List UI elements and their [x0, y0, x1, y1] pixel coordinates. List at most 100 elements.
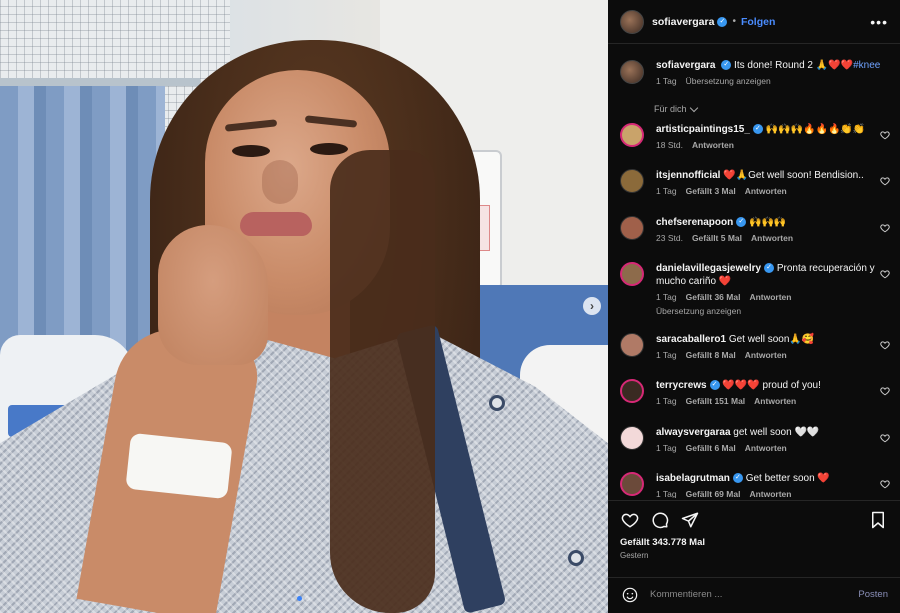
- caption-username[interactable]: sofiavergara: [656, 60, 715, 71]
- carousel-dot[interactable]: [297, 596, 302, 601]
- comment-body: get well soon 🤍🤍: [733, 427, 820, 438]
- comment-likes[interactable]: Gefällt 3 Mal: [686, 186, 736, 196]
- comment-icon[interactable]: [650, 510, 670, 530]
- chevron-down-icon: [689, 103, 698, 112]
- avatar[interactable]: [620, 9, 644, 34]
- verified-badge-icon: ✓: [709, 380, 720, 391]
- reply-button[interactable]: Antworten: [745, 443, 787, 453]
- post-header: sofiavergara ✓ • Folgen •••: [608, 0, 900, 44]
- comment-likes[interactable]: Gefällt 6 Mal: [686, 443, 736, 453]
- comment-username[interactable]: artisticpaintings15_: [656, 124, 750, 135]
- sort-label: Für dich: [654, 104, 687, 114]
- eye: [310, 143, 348, 155]
- reply-button[interactable]: Antworten: [749, 292, 791, 302]
- comment-text: saracaballero1 Get well soon🙏🥰: [656, 333, 888, 346]
- comment-username[interactable]: chefserenapoon: [656, 217, 733, 228]
- avatar[interactable]: [620, 379, 644, 403]
- comment-username[interactable]: danielavillegasjewelry: [656, 263, 761, 274]
- post-date: Gestern: [620, 551, 649, 560]
- post-photo[interactable]: ›: [0, 0, 608, 613]
- comment-like-icon[interactable]: [880, 130, 890, 140]
- comment-text: danielavillegasjewelry ✓ Pronta recuperac…: [656, 262, 888, 288]
- sort-dropdown[interactable]: Für dich: [654, 103, 900, 114]
- comment-time[interactable]: 1 Tag: [656, 489, 677, 498]
- comment-like-icon[interactable]: [880, 479, 890, 489]
- comment-meta: 1 Tag Gefällt 36 Mal Antworten: [656, 292, 888, 302]
- comment-input[interactable]: [650, 589, 849, 600]
- avatar[interactable]: [620, 169, 644, 193]
- verified-badge-icon: ✓: [752, 124, 763, 135]
- caption-time[interactable]: 1 Tag: [656, 76, 677, 86]
- comment-time[interactable]: 1 Tag: [656, 350, 677, 360]
- comment-time[interactable]: 1 Tag: [656, 443, 677, 453]
- post-comment-button[interactable]: Posten: [858, 589, 888, 600]
- comment-like-icon[interactable]: [880, 433, 890, 443]
- avatar[interactable]: [620, 123, 644, 147]
- comment-time[interactable]: 1 Tag: [656, 396, 677, 406]
- reply-button[interactable]: Antworten: [745, 186, 787, 196]
- avatar[interactable]: [620, 472, 644, 496]
- hashtag-link[interactable]: #knee: [853, 60, 880, 71]
- comment-likes[interactable]: Gefällt 5 Mal: [692, 233, 742, 243]
- comment-likes[interactable]: Gefällt 8 Mal: [686, 350, 736, 360]
- lips: [240, 212, 312, 236]
- comment-item: isabelagrutman ✓ Get better soon ❤️ 1 Tag G…: [608, 472, 900, 498]
- reply-button[interactable]: Antworten: [745, 350, 787, 360]
- comment-likes[interactable]: Gefällt 151 Mal: [686, 396, 746, 406]
- comment-item: chefserenapoon ✓ 🙌🙌🙌 23 Std. Gefällt 5 Mal A…: [608, 216, 900, 243]
- comment-like-icon[interactable]: [880, 223, 890, 233]
- comments-scroll[interactable]: sofiavergara ✓ Its done! Round 2 🙏❤️❤️#k…: [608, 45, 900, 498]
- caption-text: sofiavergara ✓ Its done! Round 2 🙏❤️❤️#k…: [656, 59, 888, 72]
- comment-username[interactable]: terrycrews: [656, 380, 707, 391]
- avatar[interactable]: [620, 262, 644, 286]
- comment-body: ❤️🙏Get well soon! Bendision..: [723, 170, 864, 181]
- heart-icon[interactable]: [620, 510, 640, 530]
- comment-time[interactable]: 1 Tag: [656, 292, 677, 302]
- comment-item: itsjennofficial ❤️🙏Get well soon! Bendis…: [608, 169, 900, 196]
- avatar[interactable]: [620, 60, 644, 84]
- comment-username[interactable]: itsjennofficial: [656, 170, 720, 181]
- comment-meta: 23 Std. Gefällt 5 Mal Antworten: [656, 233, 888, 243]
- bookmark-icon[interactable]: [868, 510, 888, 530]
- translate-link[interactable]: Übersetzung anzeigen: [686, 76, 771, 86]
- comment-time[interactable]: 1 Tag: [656, 186, 677, 196]
- share-icon[interactable]: [680, 510, 700, 530]
- reply-button[interactable]: Antworten: [749, 489, 791, 498]
- author-username[interactable]: sofiavergara: [652, 16, 714, 28]
- avatar[interactable]: [620, 426, 644, 450]
- avatar[interactable]: [620, 333, 644, 357]
- comment-username[interactable]: isabelagrutman: [656, 473, 730, 484]
- comment-time[interactable]: 23 Std.: [656, 233, 683, 243]
- carousel-next-button[interactable]: ›: [583, 297, 601, 315]
- comment-text: artisticpaintings15_ ✓ 🙌🙌🙌🔥🔥🔥👏👏: [656, 123, 888, 136]
- comment-text: itsjennofficial ❤️🙏Get well soon! Bendis…: [656, 169, 888, 182]
- reply-button[interactable]: Antworten: [751, 233, 793, 243]
- comment-item: terrycrews ✓ ❤️❤️❤️ proud of you! 1 Tag Gef…: [608, 379, 900, 406]
- comment-like-icon[interactable]: [880, 269, 890, 279]
- post-sidebar: sofiavergara ✓ • Folgen ••• sofiavergara…: [608, 0, 900, 613]
- comment-text: chefserenapoon ✓ 🙌🙌🙌: [656, 216, 888, 229]
- comment-username[interactable]: alwaysvergaraa: [656, 427, 731, 438]
- comment-body: Get well soon🙏🥰: [728, 334, 815, 345]
- translate-link[interactable]: Übersetzung anzeigen: [656, 306, 888, 316]
- follow-button[interactable]: Folgen: [741, 16, 775, 28]
- comment-body: 🙌🙌🙌: [749, 217, 787, 228]
- comment-like-icon[interactable]: [880, 340, 890, 350]
- emoji-icon[interactable]: [620, 585, 640, 605]
- comment-item: artisticpaintings15_ ✓ 🙌🙌🙌🔥🔥🔥👏👏 18 Std. Ant…: [608, 123, 900, 150]
- hair-strand: [330, 150, 435, 613]
- carousel-dot[interactable]: [305, 596, 310, 601]
- comment-like-icon[interactable]: [880, 386, 890, 396]
- reply-button[interactable]: Antworten: [754, 396, 796, 406]
- more-options-icon[interactable]: •••: [870, 14, 888, 30]
- avatar[interactable]: [620, 216, 644, 240]
- reply-button[interactable]: Antworten: [692, 140, 734, 150]
- comment-username[interactable]: saracaballero1: [656, 334, 726, 345]
- likes-count[interactable]: Gefällt 343.778 Mal: [608, 530, 900, 548]
- verified-badge-icon: ✓: [732, 473, 743, 484]
- comment-likes[interactable]: Gefällt 36 Mal: [686, 292, 741, 302]
- comment-meta: 1 Tag Gefällt 69 Mal Antworten: [656, 489, 888, 498]
- comment-likes[interactable]: Gefällt 69 Mal: [686, 489, 741, 498]
- comment-like-icon[interactable]: [880, 176, 890, 186]
- comment-time[interactable]: 18 Std.: [656, 140, 683, 150]
